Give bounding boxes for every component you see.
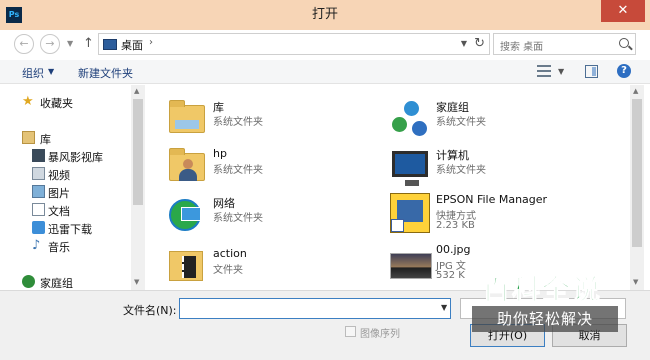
star-icon: ★ xyxy=(22,94,34,109)
search-box[interactable]: 搜索 桌面 xyxy=(493,33,636,55)
view-options-icon[interactable] xyxy=(537,65,551,77)
pictures-icon xyxy=(32,185,45,198)
scrollbar-thumb[interactable] xyxy=(133,99,143,205)
scroll-down-icon[interactable]: ▼ xyxy=(134,278,139,286)
library-icon xyxy=(22,131,35,144)
nav-item-pictures[interactable]: 图片 xyxy=(0,183,131,201)
forward-button[interactable]: → xyxy=(40,34,60,54)
file-item-hp[interactable]: hp 系统文件夹 xyxy=(165,143,385,189)
up-arrow-icon[interactable]: ↑ xyxy=(83,36,94,51)
network-icon xyxy=(165,193,209,237)
organize-dropdown-icon[interactable]: ▼ xyxy=(48,67,54,76)
folder-icon xyxy=(165,245,209,289)
address-dropdown-icon[interactable]: ▼ xyxy=(461,39,467,48)
scrollbar-thumb[interactable] xyxy=(632,99,642,247)
file-item-homegroup[interactable]: 家庭组 系统文件夹 xyxy=(388,95,608,141)
watermark-logo: 百科全说 助你轻松解决 xyxy=(472,268,618,336)
scroll-up-icon[interactable]: ▲ xyxy=(134,87,139,95)
new-folder-button[interactable]: 新建文件夹 xyxy=(78,65,133,81)
breadcrumb-chevron-icon[interactable]: › xyxy=(149,37,153,48)
help-icon[interactable]: ? xyxy=(617,64,631,78)
nav-item-music[interactable]: ♪ 音乐 xyxy=(0,237,131,255)
navigation-bar: ← → ▼ ↑ 桌面 › ▼ ↻ 搜索 桌面 xyxy=(0,30,650,60)
file-list-scrollbar[interactable]: ▲ ▼ xyxy=(630,85,644,290)
command-toolbar: 组织 ▼ 新建文件夹 ▼ ? xyxy=(0,60,650,84)
image-sequence-checkbox[interactable] xyxy=(345,326,356,337)
file-item-epson-file-manager[interactable]: EPSON File Manager 快捷方式 2.23 KB xyxy=(388,189,608,235)
nav-item-homegroup[interactable]: 家庭组 xyxy=(0,273,131,290)
refresh-icon[interactable]: ↻ xyxy=(474,36,485,51)
file-item-network[interactable]: 网络 系统文件夹 xyxy=(165,191,385,237)
file-item-action[interactable]: action 文件夹 xyxy=(165,243,385,289)
address-path[interactable]: 桌面 xyxy=(121,37,143,53)
scroll-up-icon[interactable]: ▲ xyxy=(633,87,638,95)
filename-input[interactable] xyxy=(179,298,451,319)
close-button[interactable]: ✕ xyxy=(601,0,645,22)
video-library-icon xyxy=(32,149,45,162)
nav-item-favorites[interactable]: ★ 收藏夹 xyxy=(0,93,131,111)
desktop-icon xyxy=(103,39,117,50)
documents-icon xyxy=(32,203,45,216)
music-icon: ♪ xyxy=(32,238,41,253)
nav-item-library[interactable]: 库 xyxy=(0,129,131,147)
computer-icon xyxy=(388,145,432,189)
nav-item-xunlei-downloads[interactable]: 迅雷下载 xyxy=(0,219,131,237)
user-folder-icon xyxy=(165,145,209,189)
address-bar[interactable]: 桌面 › ▼ ↻ xyxy=(98,33,490,55)
nav-item-baofeng-library[interactable]: 暴风影视库 xyxy=(0,147,131,165)
title-bar: Ps 打开 ✕ xyxy=(0,0,650,30)
navigation-pane: ★ 收藏夹 库 暴风影视库 视频 图片 文档 迅雷下载 ♪ 音乐 家庭组 xyxy=(0,85,145,290)
watermark-title: 百科全说 xyxy=(481,273,603,307)
scroll-down-icon[interactable]: ▼ xyxy=(633,278,638,286)
search-input[interactable]: 搜索 桌面 xyxy=(500,38,543,53)
library-folder-icon xyxy=(165,97,209,141)
video-icon xyxy=(32,167,45,180)
image-file-icon xyxy=(388,241,432,285)
navigation-pane-scrollbar[interactable]: ▲ ▼ xyxy=(131,85,145,290)
download-icon xyxy=(32,221,45,234)
homegroup-icon xyxy=(22,275,35,288)
back-button[interactable]: ← xyxy=(14,34,34,54)
window-title: 打开 xyxy=(311,7,338,22)
filename-label: 文件名(N): xyxy=(123,304,177,317)
search-icon[interactable] xyxy=(619,38,629,48)
file-list: 库 系统文件夹 家庭组 系统文件夹 hp 系统文件夹 计算机 系统文件夹 网络 … xyxy=(145,85,630,290)
nav-item-videos[interactable]: 视频 xyxy=(0,165,131,183)
preview-pane-icon[interactable] xyxy=(585,65,598,78)
watermark-slogan: 助你轻松解决 xyxy=(472,306,618,332)
file-item-library[interactable]: 库 系统文件夹 xyxy=(165,95,385,141)
recent-locations-dropdown-icon[interactable]: ▼ xyxy=(67,39,73,48)
organize-button[interactable]: 组织 xyxy=(22,65,44,81)
image-sequence-label: 图像序列 xyxy=(360,329,400,340)
file-item-computer[interactable]: 计算机 系统文件夹 xyxy=(388,143,608,189)
shortcut-icon xyxy=(388,191,432,235)
homegroup-icon xyxy=(388,97,432,141)
nav-item-documents[interactable]: 文档 xyxy=(0,201,131,219)
view-dropdown-icon[interactable]: ▼ xyxy=(558,67,564,76)
